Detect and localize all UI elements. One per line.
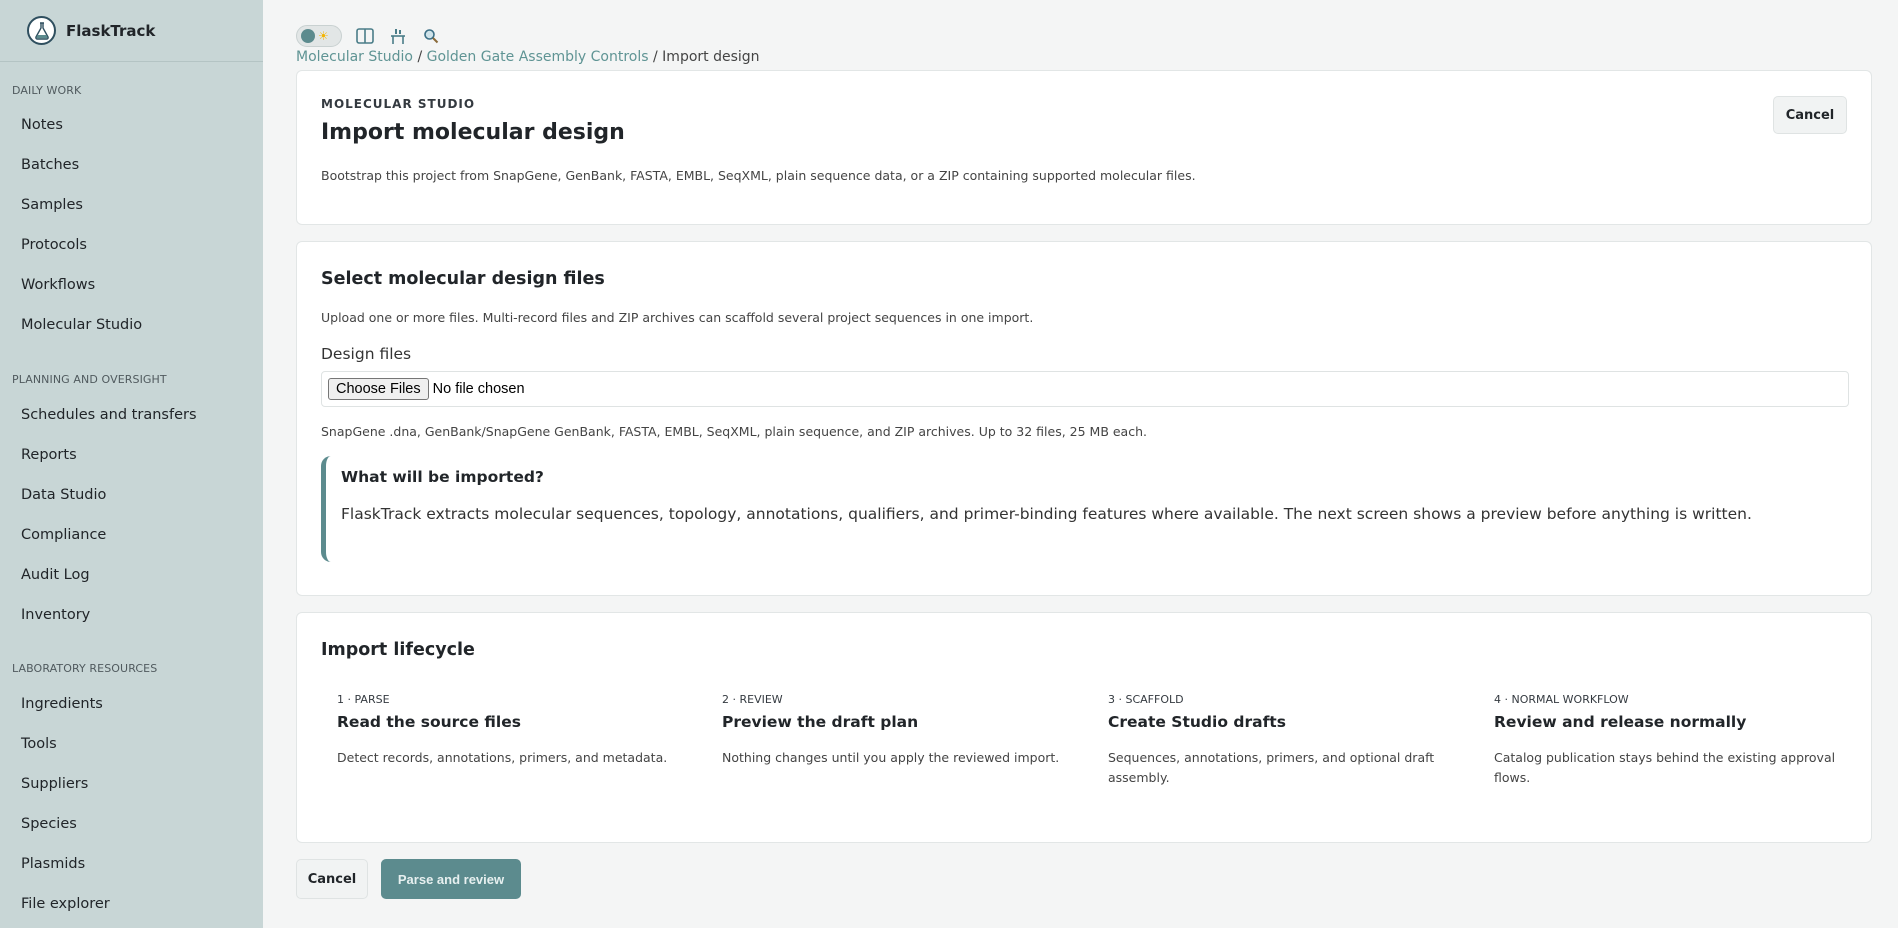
- sidebar-item-species[interactable]: Species: [0, 804, 263, 844]
- sidebar-item-batches[interactable]: Batches: [0, 145, 263, 185]
- sidebar-item-plasmids[interactable]: Plasmids: [0, 844, 263, 884]
- lifecycle-step-review: 2 · REVIEW Preview the draft plan Nothin…: [722, 693, 1072, 768]
- callout-title: What will be imported?: [341, 468, 544, 486]
- sidebar-section-planning: PLANNING AND OVERSIGHT Schedules and tra…: [0, 373, 263, 635]
- sidebar: FlaskTrack DAILY WORK Notes Batches Samp…: [0, 0, 263, 928]
- parse-and-review-button[interactable]: Parse and review: [381, 859, 521, 899]
- step-title: Review and release normally: [1494, 713, 1747, 731]
- bench-icon[interactable]: [388, 26, 408, 46]
- lifecycle-step-workflow: 4 · NORMAL WORKFLOW Review and release n…: [1494, 693, 1844, 788]
- sidebar-item-protocols[interactable]: Protocols: [0, 225, 263, 265]
- step-number: 1 · PARSE: [337, 693, 390, 706]
- step-description: Detect records, annotations, primers, an…: [337, 750, 668, 765]
- sidebar-section-resources: LABORATORY RESOURCES Ingredients Tools S…: [0, 662, 263, 924]
- footer-cancel-button[interactable]: Cancel: [296, 859, 368, 899]
- top-toolbar: ☀: [296, 25, 441, 47]
- sidebar-item-inventory[interactable]: Inventory: [0, 595, 263, 635]
- app-name: FlaskTrack: [66, 21, 156, 40]
- page-description: Bootstrap this project from SnapGene, Ge…: [321, 168, 1196, 183]
- sidebar-item-reports[interactable]: Reports: [0, 435, 263, 475]
- callout-text: FlaskTrack extracts molecular sequences,…: [341, 505, 1752, 523]
- search-icon[interactable]: [421, 26, 441, 46]
- breadcrumb-separator: /: [653, 49, 658, 65]
- sun-icon: ☀: [318, 29, 329, 43]
- breadcrumb-molecular-studio[interactable]: Molecular Studio: [296, 49, 413, 65]
- file-status: No file chosen: [432, 381, 525, 397]
- breadcrumb-separator: /: [417, 49, 423, 65]
- theme-toggle[interactable]: ☀: [296, 25, 342, 47]
- sidebar-item-schedules[interactable]: Schedules and transfers: [0, 395, 263, 435]
- upload-title: Select molecular design files: [321, 269, 605, 289]
- sidebar-item-data-studio[interactable]: Data Studio: [0, 475, 263, 515]
- step-number: 4 · NORMAL WORKFLOW: [1494, 693, 1629, 706]
- import-info-callout: What will be imported? FlaskTrack extrac…: [321, 456, 1847, 562]
- step-title: Create Studio drafts: [1108, 713, 1286, 731]
- sidebar-item-workflows[interactable]: Workflows: [0, 265, 263, 305]
- lifecycle-step-scaffold: 3 · SCAFFOLD Create Studio drafts Sequen…: [1108, 693, 1458, 788]
- design-files-input[interactable]: Choose Files No file chosen: [321, 371, 1849, 407]
- step-number: 3 · SCAFFOLD: [1108, 693, 1184, 706]
- sidebar-item-compliance[interactable]: Compliance: [0, 515, 263, 555]
- step-description: Nothing changes until you apply the revi…: [722, 750, 1060, 765]
- step-title: Preview the draft plan: [722, 713, 919, 731]
- breadcrumb: Molecular Studio / Golden Gate Assembly …: [296, 49, 760, 65]
- section-title: PLANNING AND OVERSIGHT: [12, 373, 167, 386]
- step-description: Sequences, annotations, primers, and opt…: [1108, 750, 1435, 785]
- lifecycle-title: Import lifecycle: [321, 640, 475, 660]
- sidebar-item-file-explorer[interactable]: File explorer: [0, 884, 263, 924]
- breadcrumb-current: Import design: [662, 49, 760, 65]
- step-description: Catalog publication stays behind the exi…: [1494, 750, 1836, 785]
- flask-logo-icon: [27, 16, 56, 45]
- cancel-button[interactable]: Cancel: [1773, 96, 1847, 134]
- sidebar-section-daily-work: DAILY WORK Notes Batches Samples Protoco…: [0, 84, 263, 345]
- sidebar-item-samples[interactable]: Samples: [0, 185, 263, 225]
- split-view-icon[interactable]: [355, 26, 375, 46]
- design-files-label: Design files: [321, 345, 412, 363]
- sidebar-item-molecular-studio[interactable]: Molecular Studio: [0, 305, 263, 345]
- page-eyebrow: MOLECULAR STUDIO: [321, 97, 476, 111]
- step-title: Read the source files: [337, 713, 521, 731]
- lifecycle-step-parse: 1 · PARSE Read the source files Detect r…: [337, 693, 687, 768]
- choose-files-button[interactable]: Choose Files: [328, 378, 429, 400]
- section-title: DAILY WORK: [12, 84, 82, 97]
- breadcrumb-project[interactable]: Golden Gate Assembly Controls: [427, 49, 649, 65]
- section-title: LABORATORY RESOURCES: [12, 662, 158, 675]
- sidebar-item-audit-log[interactable]: Audit Log: [0, 555, 263, 595]
- header-card: MOLECULAR STUDIO Import molecular design…: [296, 70, 1872, 225]
- sidebar-item-ingredients[interactable]: Ingredients: [0, 684, 263, 724]
- lifecycle-card: Import lifecycle 1 · PARSE Read the sour…: [296, 612, 1872, 843]
- brand[interactable]: FlaskTrack: [0, 0, 263, 62]
- sidebar-item-notes[interactable]: Notes: [0, 105, 263, 145]
- sidebar-item-tools[interactable]: Tools: [0, 724, 263, 764]
- upload-description: Upload one or more files. Multi-record f…: [321, 310, 1034, 325]
- upload-card: Select molecular design files Upload one…: [296, 241, 1872, 596]
- toggle-knob: [301, 29, 315, 43]
- file-help-text: SnapGene .dna, GenBank/SnapGene GenBank,…: [321, 424, 1147, 439]
- page-title: Import molecular design: [321, 120, 625, 145]
- step-number: 2 · REVIEW: [722, 693, 783, 706]
- sidebar-item-suppliers[interactable]: Suppliers: [0, 764, 263, 804]
